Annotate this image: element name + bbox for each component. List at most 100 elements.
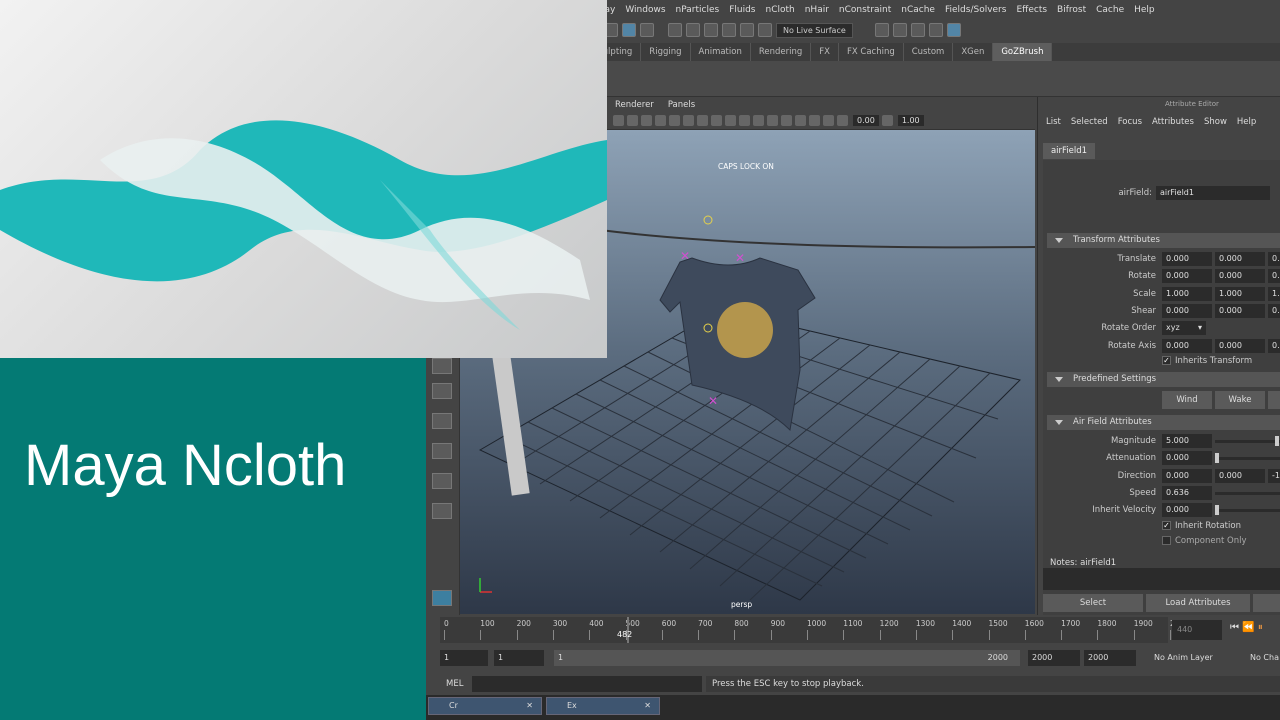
ae-tab-airfield[interactable]: airField1 [1043, 143, 1095, 159]
menu-fluids[interactable]: Fluids [729, 5, 755, 15]
ae-menu-attributes[interactable]: Attributes [1152, 117, 1194, 127]
rotate-axis-x[interactable]: 0.000 [1162, 339, 1212, 353]
inherit-velocity-field[interactable]: 0.000 [1162, 503, 1212, 517]
wind-button[interactable]: Wind [1162, 391, 1212, 409]
frame-icon[interactable] [655, 115, 666, 126]
wireframe-icon[interactable] [711, 115, 722, 126]
section-predefined[interactable]: Predefined Settings [1047, 372, 1280, 387]
ae-menu-show[interactable]: Show [1204, 117, 1227, 127]
grid-icon[interactable] [669, 115, 680, 126]
magnitude-slider[interactable] [1215, 440, 1280, 443]
rotate-z[interactable]: 0.0 [1268, 269, 1280, 283]
menu-fields-solvers[interactable]: Fields/Solvers [945, 5, 1006, 15]
mel-label[interactable]: MEL [446, 679, 463, 689]
scale-y[interactable]: 1.000 [1215, 287, 1265, 301]
lasso-tool-icon[interactable] [622, 23, 636, 37]
magnitude-field[interactable]: 5.000 [1162, 434, 1212, 448]
exposure-field[interactable]: 0.00 [853, 115, 879, 126]
shelf-tab-xgen[interactable]: XGen [953, 43, 994, 61]
menu-nhair[interactable]: nHair [805, 5, 829, 15]
shelf-tab-rigging[interactable]: Rigging [641, 43, 691, 61]
shear-y[interactable]: 0.000 [1215, 304, 1265, 318]
render-icon[interactable] [874, 23, 889, 37]
snap-surface-icon[interactable] [740, 23, 754, 37]
constraint-handle-bottom[interactable]: ✕ [708, 394, 718, 408]
section-air-field[interactable]: Air Field Attributes [1047, 415, 1280, 430]
scene-start-field[interactable]: 1 [440, 650, 488, 666]
ae-menu-list[interactable]: List [1046, 117, 1061, 127]
attenuation-field[interactable]: 0.000 [1162, 451, 1212, 465]
task-window-1[interactable]: Cr ✕ [428, 697, 542, 715]
magnet-icon[interactable] [758, 23, 772, 37]
menu-renderer[interactable]: Renderer [615, 100, 654, 110]
menu-ncloth[interactable]: nCloth [765, 5, 794, 15]
layout-single-icon[interactable] [432, 358, 452, 374]
menu-bifrost[interactable]: Bifrost [1057, 5, 1086, 15]
xray-icon[interactable] [795, 115, 806, 126]
load-attributes-button[interactable]: Load Attributes [1146, 594, 1250, 612]
layout-outliner-icon[interactable] [432, 473, 452, 489]
smooth-shade-icon[interactable] [725, 115, 736, 126]
menu-windows[interactable]: Windows [625, 5, 665, 15]
snap-view-icon[interactable] [722, 23, 736, 37]
textured-icon[interactable] [739, 115, 750, 126]
scene-end-field[interactable]: 2000 [1084, 650, 1136, 666]
inherits-transform-checkbox[interactable]: ✓ Inherits Transform [1162, 356, 1252, 366]
image-plane-icon[interactable] [641, 115, 652, 126]
constraint-handle-left[interactable]: ✕ [680, 249, 690, 263]
time-slider[interactable]: 0 100 200 300 400 500 600 700 800 900 1000 1100 1200… [440, 617, 1175, 643]
render-settings-icon[interactable] [928, 23, 943, 37]
speed-field[interactable]: 0.636 [1162, 486, 1212, 500]
component-only-checkbox[interactable]: Component Only [1162, 536, 1247, 546]
snap-point-icon[interactable] [704, 23, 718, 37]
shelf-tab-fx-caching[interactable]: FX Caching [839, 43, 904, 61]
menu-effects[interactable]: Effects [1016, 5, 1047, 15]
key-icon[interactable]: ⏸ [1258, 622, 1263, 633]
lights-icon[interactable] [753, 115, 764, 126]
ipr-icon[interactable] [910, 23, 925, 37]
inherit-velocity-slider-handle[interactable] [1215, 505, 1219, 515]
attenuation-slider[interactable] [1215, 457, 1280, 460]
layout-four-icon[interactable] [432, 383, 452, 399]
resolution-gate-icon[interactable] [697, 115, 708, 126]
live-surface-field[interactable]: No Live Surface [776, 22, 853, 38]
layout-side-icon[interactable] [432, 413, 452, 429]
render-region-icon[interactable] [892, 23, 907, 37]
direction-z[interactable]: -1 [1268, 469, 1280, 483]
magnitude-slider-handle[interactable] [1275, 436, 1279, 446]
rotate-axis-z[interactable]: 0.0 [1268, 339, 1280, 353]
inherit-rotation-checkbox[interactable]: ✓ Inherit Rotation [1162, 521, 1241, 531]
translate-x[interactable]: 0.000 [1162, 252, 1212, 266]
range-bar[interactable]: 1 2000 [554, 650, 1020, 666]
rotate-axis-y[interactable]: 0.000 [1215, 339, 1265, 353]
bookmark-icon[interactable] [627, 115, 638, 126]
gamma-field[interactable]: 1.00 [897, 115, 924, 126]
inherit-velocity-slider[interactable] [1215, 509, 1280, 512]
shelf-tab-custom[interactable]: Custom [904, 43, 954, 61]
ao-icon[interactable] [781, 115, 792, 126]
shelf-tab-rendering[interactable]: Rendering [751, 43, 812, 61]
direction-y[interactable]: 0.000 [1215, 469, 1265, 483]
isolate-icon[interactable] [809, 115, 820, 126]
menu-nconstraint[interactable]: nConstraint [839, 5, 891, 15]
snap-curve-icon[interactable] [686, 23, 700, 37]
task-window-2[interactable]: Ex ✕ [546, 697, 660, 715]
select-button[interactable]: Select [1043, 594, 1143, 612]
layout-graph-icon[interactable] [432, 503, 452, 519]
translate-z[interactable]: 0.0 [1268, 252, 1280, 266]
playback-end-field[interactable]: 2000 [1028, 650, 1080, 666]
rotate-order-select[interactable]: xyz ▾ [1162, 321, 1206, 335]
wake-button[interactable]: Wake [1215, 391, 1265, 409]
shelf-tab-fx[interactable]: FX [811, 43, 839, 61]
current-frame-field[interactable]: 440 [1172, 620, 1222, 640]
ae-menu-focus[interactable]: Focus [1118, 117, 1142, 127]
paint-tool-icon[interactable] [640, 23, 654, 37]
menu-nparticles[interactable]: nParticles [676, 5, 720, 15]
section-transform[interactable]: Transform Attributes [1047, 233, 1280, 248]
ae-menu-help[interactable]: Help [1237, 117, 1256, 127]
ae-menu-selected[interactable]: Selected [1071, 117, 1108, 127]
node-name-field[interactable]: airField1 [1156, 186, 1270, 200]
constraint-handle-right[interactable]: ✕ [735, 251, 745, 265]
rotate-x[interactable]: 0.000 [1162, 269, 1212, 283]
hud-icon[interactable] [823, 115, 834, 126]
